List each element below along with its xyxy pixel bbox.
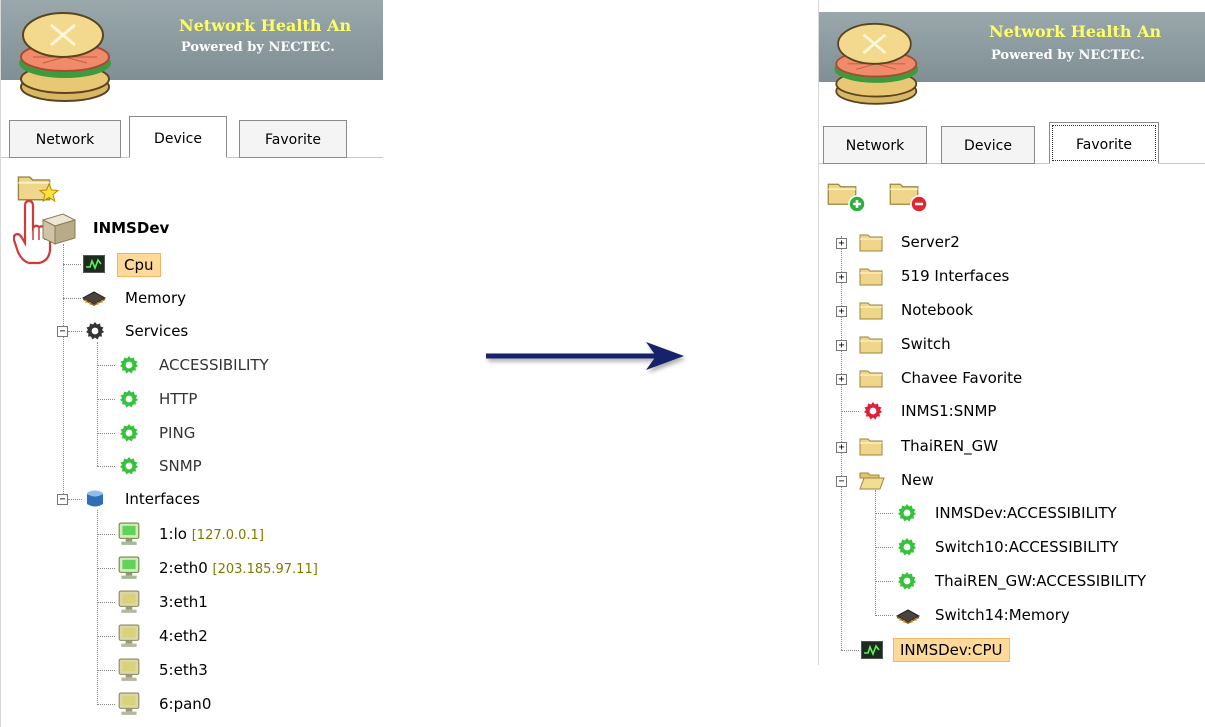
- interface-up-icon: [117, 522, 141, 546]
- service-ok-icon: [897, 537, 917, 557]
- folder-label: New: [901, 471, 934, 489]
- expand-toggle[interactable]: +: [836, 238, 847, 249]
- interface-name: 2:eth0: [159, 559, 208, 577]
- app-logo: [834, 22, 919, 105]
- folder-label: Notebook: [901, 301, 974, 319]
- tab-network[interactable]: Network: [9, 120, 121, 158]
- interface-down-icon: [117, 658, 141, 682]
- collapse-toggle[interactable]: −: [836, 476, 847, 487]
- open-folder-icon: [859, 472, 885, 490]
- interface-ip: [203.185.97.11]: [212, 562, 318, 577]
- banner-subtitle: Powered by NECTEC.: [181, 40, 335, 55]
- service-label: SNMP: [159, 457, 202, 475]
- expand-toggle[interactable]: +: [836, 306, 847, 317]
- folder-label: Server2: [901, 233, 960, 251]
- app-banner: Network Health An Powered by NECTEC.: [1, 0, 383, 102]
- cpu-label: INMSDev:CPU: [893, 638, 1010, 662]
- folder-icon: [859, 368, 883, 388]
- interface-ip: [127.0.0.1]: [191, 528, 264, 543]
- folder-icon: [859, 334, 883, 354]
- cpu-chart-icon: [83, 255, 105, 273]
- service-ok-icon: [119, 456, 139, 476]
- interface-name: 5:eth3: [159, 661, 208, 679]
- service-label: PING: [159, 424, 196, 442]
- tab-network[interactable]: Network: [823, 126, 927, 164]
- interfaces-collapse-toggle[interactable]: −: [57, 494, 68, 505]
- service-label: INMS1:SNMP: [901, 402, 997, 420]
- tree-item-services-label: Services: [125, 322, 189, 340]
- tab-bar: Network Device Favorite: [1, 112, 383, 158]
- interface-down-icon: [117, 590, 141, 614]
- device-icon: [41, 213, 77, 245]
- remove-folder-icon[interactable]: [889, 175, 929, 215]
- interface-name: 1:lo: [159, 525, 187, 543]
- interface-up-icon: [117, 556, 141, 580]
- service-label: ThaiREN_GW:ACCESSIBILITY: [935, 572, 1146, 590]
- service-label: ACCESSIBILITY: [159, 356, 269, 374]
- service-ok-icon: [119, 355, 139, 375]
- folder-icon: [859, 300, 883, 320]
- interface-inactive-icon: [117, 692, 141, 716]
- tab-bar: Network Device Favorite: [819, 118, 1205, 164]
- right-arrow-icon: [486, 342, 684, 370]
- service-ok-icon: [119, 389, 139, 409]
- memory-chip-icon: [81, 288, 107, 306]
- service-ok-icon: [897, 503, 917, 523]
- folder-icon: [859, 266, 883, 286]
- interface-name: 4:eth2: [159, 627, 208, 645]
- tree-item-interfaces-label: Interfaces: [125, 490, 200, 508]
- tree-item-cpu-label: Cpu: [117, 253, 161, 277]
- service-label: HTTP: [159, 390, 198, 408]
- interface-down-icon: [117, 624, 141, 648]
- tree-root-label: INMSDev: [93, 219, 170, 237]
- expand-toggle[interactable]: +: [836, 442, 847, 453]
- cpu-chart-icon: [861, 641, 883, 659]
- banner-subtitle: Powered by NECTEC.: [991, 48, 1145, 63]
- tab-favorite[interactable]: Favorite: [239, 120, 347, 158]
- expand-toggle[interactable]: +: [836, 272, 847, 283]
- folder-icon: [859, 436, 883, 456]
- folder-label: Chavee Favorite: [901, 369, 1023, 387]
- interface-name: 3:eth1: [159, 593, 208, 611]
- banner-title: Network Health An: [989, 22, 1162, 41]
- folder-label: 519 Interfaces: [901, 267, 1010, 285]
- add-folder-icon[interactable]: [827, 175, 867, 215]
- folder-label: ThaiREN_GW: [901, 437, 999, 455]
- banner-title: Network Health An: [179, 16, 352, 35]
- service-down-icon: [863, 401, 883, 421]
- folder-icon: [859, 232, 883, 252]
- expand-toggle[interactable]: +: [836, 374, 847, 385]
- memory-chip-icon: [895, 606, 921, 624]
- app-logo: [19, 12, 111, 102]
- tab-favorite[interactable]: Favorite: [1049, 122, 1159, 164]
- favorite-tree-panel: Network Health An Powered by NECTEC. Net…: [818, 0, 1205, 665]
- folder-label: Switch: [901, 335, 951, 353]
- services-collapse-toggle[interactable]: −: [57, 326, 68, 337]
- memory-label: Switch14:Memory: [935, 606, 1070, 624]
- service-ok-icon: [119, 423, 139, 443]
- service-label: Switch10:ACCESSIBILITY: [935, 538, 1119, 556]
- interfaces-database-icon: [85, 489, 105, 509]
- interface-name: 6:pan0: [159, 695, 212, 713]
- device-tree-panel: Network Health An Powered by NECTEC. Net…: [0, 0, 383, 727]
- tab-device[interactable]: Device: [941, 126, 1035, 164]
- service-ok-icon: [897, 571, 917, 591]
- tab-device[interactable]: Device: [129, 116, 227, 158]
- tree-item-memory-label: Memory: [125, 289, 187, 307]
- expand-toggle[interactable]: +: [836, 340, 847, 351]
- service-label: INMSDev:ACCESSIBILITY: [935, 504, 1117, 522]
- services-gear-icon: [85, 321, 105, 341]
